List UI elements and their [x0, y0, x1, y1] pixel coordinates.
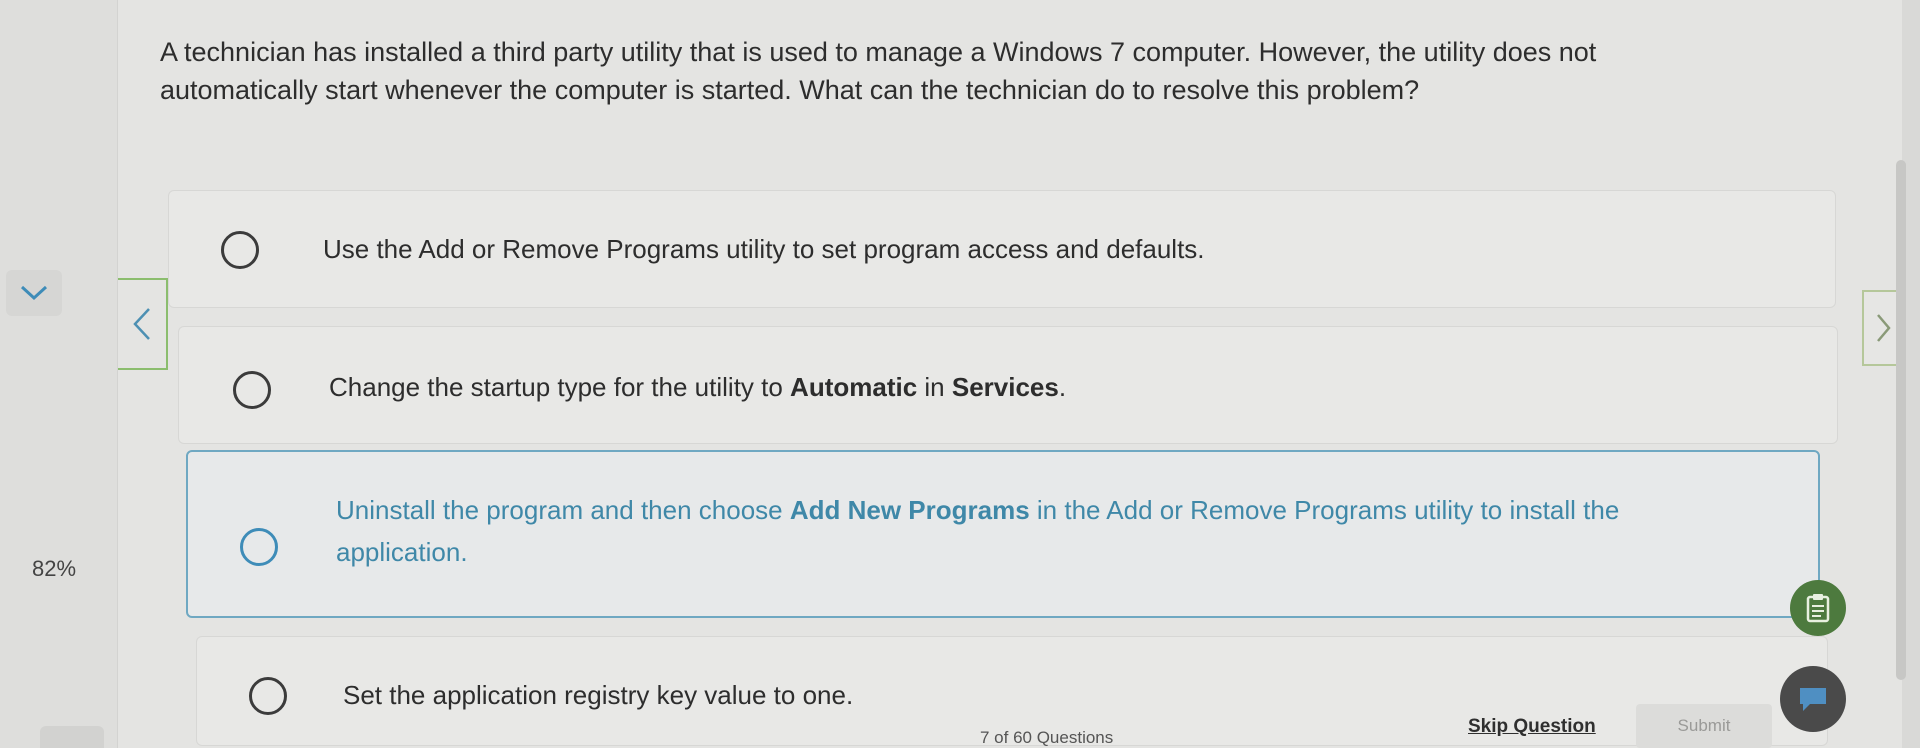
radio-button-2[interactable] — [233, 371, 271, 409]
collapse-toggle[interactable] — [6, 270, 62, 316]
chevron-left-icon — [133, 308, 150, 340]
notes-button[interactable] — [1790, 580, 1846, 636]
answer-option-4-label: Set the application registry key value t… — [343, 680, 854, 710]
chat-icon — [1800, 688, 1826, 711]
question-count: 7 of 60 Questions — [980, 728, 1114, 747]
bottom-tab[interactable] — [40, 726, 104, 748]
clipboard-icon — [1806, 594, 1830, 623]
answer-option-1[interactable]: Use the Add or Remove Programs utility t… — [168, 190, 1836, 308]
chevron-down-icon — [20, 285, 48, 301]
progress-percent: 82% — [32, 556, 77, 581]
submit-button[interactable]: Submit — [1636, 704, 1772, 748]
answer-option-2-label: Change the startup type for the utility … — [329, 372, 1067, 402]
skip-question-link[interactable]: Skip Question — [1468, 716, 1596, 738]
answer-option-3[interactable]: Uninstall the program and then choose Ad… — [186, 450, 1820, 618]
chevron-right-icon — [1877, 314, 1891, 342]
radio-button-4[interactable] — [249, 677, 287, 715]
answer-option-3-label: Uninstall the program and then choose Ad… — [336, 495, 1620, 567]
answer-option-2[interactable]: Change the startup type for the utility … — [178, 326, 1838, 444]
question-text: A technician has installed a third party… — [160, 37, 1597, 105]
scrollbar-thumb[interactable] — [1896, 160, 1906, 680]
answer-option-1-label: Use the Add or Remove Programs utility t… — [323, 234, 1205, 264]
previous-question-button[interactable] — [118, 278, 168, 370]
radio-button-1[interactable] — [221, 231, 259, 269]
chat-button[interactable] — [1780, 666, 1846, 732]
radio-button-3[interactable] — [240, 528, 278, 566]
left-rail — [0, 0, 118, 748]
